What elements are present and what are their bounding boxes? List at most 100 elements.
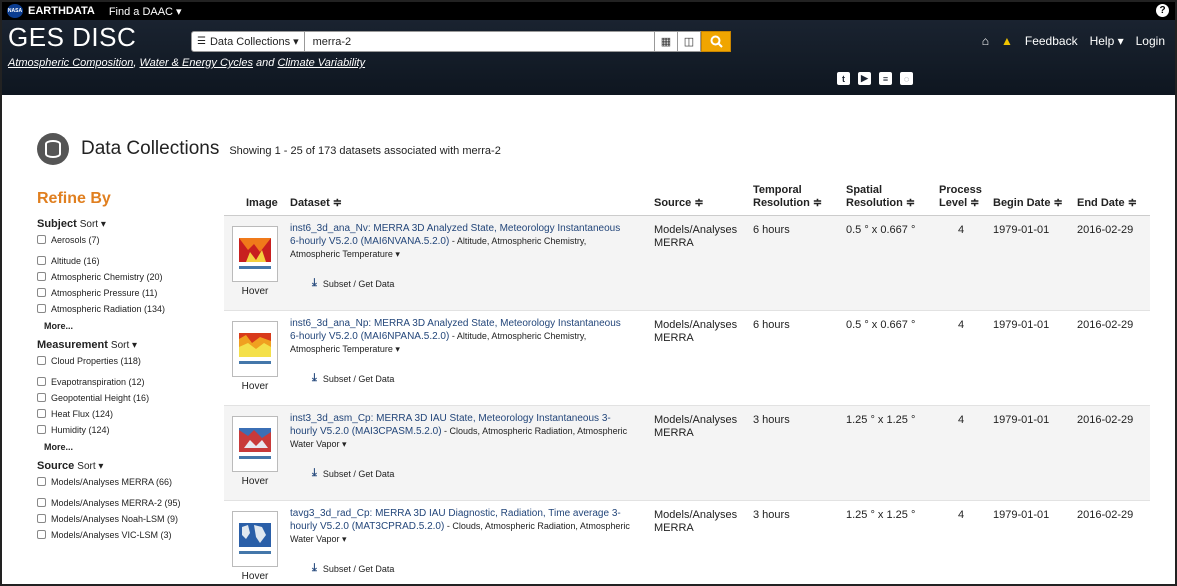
col-begin-date[interactable]: Begin Date ≑ — [993, 197, 1063, 210]
nasa-logo-icon[interactable]: NASA — [7, 4, 23, 18]
forum-icon[interactable]: ◌ — [900, 72, 913, 85]
facet-item[interactable]: Atmospheric Chemistry (20) — [37, 270, 217, 283]
database-icon — [37, 133, 69, 165]
dataset-spatial: 1.25 ° x 1.25 ° — [846, 509, 916, 521]
facet-item[interactable]: Models/Analyses VIC-LSM (3) — [37, 528, 217, 541]
map-icon[interactable]: ◫ — [678, 31, 701, 52]
facet-item[interactable]: Cloud Properties (118) — [37, 354, 217, 367]
dataset-thumbnail-image — [236, 230, 274, 274]
facet-item-label: Models/Analyses VIC-LSM (3) — [51, 529, 172, 540]
brand-title[interactable]: GES DISC — [8, 22, 136, 53]
facet-subject-more[interactable]: More... — [44, 321, 217, 331]
checkbox[interactable] — [37, 256, 46, 265]
hover-label[interactable]: Hover — [234, 286, 276, 297]
collection-type-label: Data Collections ▾ — [209, 36, 299, 48]
col-temporal[interactable]: Temporal Resolution ≑ — [753, 184, 822, 210]
col-spatial[interactable]: Spatial Resolution ≑ — [846, 184, 915, 210]
checkbox[interactable] — [37, 356, 46, 365]
subtitle-link-water[interactable]: Water & Energy Cycles — [139, 57, 253, 69]
col-source[interactable]: Source ≑ — [654, 197, 704, 210]
dataset-thumbnail[interactable] — [232, 511, 278, 567]
facet-measurement-sort[interactable]: Sort ▾ — [111, 340, 137, 351]
facet-item[interactable]: Geopotential Height (16) — [37, 391, 217, 404]
dataset-source: Models/Analyses MERRA — [654, 414, 738, 439]
dataset-thumbnail[interactable] — [232, 226, 278, 282]
subtitle-link-climate[interactable]: Climate Variability — [277, 57, 365, 69]
subset-get-data-button[interactable]: ⤓ Subset / Get Data — [312, 372, 394, 385]
checkbox[interactable] — [37, 425, 46, 434]
col-image: Image — [246, 197, 278, 209]
facet-subject-sort[interactable]: Sort ▾ — [80, 219, 106, 230]
checkbox[interactable] — [37, 393, 46, 402]
checkbox[interactable] — [37, 530, 46, 539]
help-icon[interactable]: ? — [1156, 4, 1169, 17]
facet-item[interactable]: Evapotranspiration (12) — [37, 375, 217, 388]
col-end-date[interactable]: End Date ≑ — [1077, 197, 1137, 210]
facet-item[interactable]: Models/Analyses Noah-LSM (9) — [37, 512, 217, 525]
hover-label[interactable]: Hover — [234, 476, 276, 487]
facet-item-label: Evapotranspiration (12) — [51, 376, 145, 387]
facet-item-label: Atmospheric Pressure (11) — [51, 287, 158, 298]
facet-item[interactable]: Altitude (16) — [37, 254, 217, 267]
checkbox[interactable] — [37, 288, 46, 297]
home-icon[interactable]: ⌂ — [982, 34, 989, 48]
top-bar: NASA EARTHDATA Find a DAAC ▾ ? — [2, 2, 1175, 20]
help-menu[interactable]: Help ▾ — [1090, 34, 1124, 48]
dataset-spatial: 0.5 ° x 0.667 ° — [846, 224, 916, 236]
dataset-description: inst6_3d_ana_Nv: MERRA 3D Analyzed State… — [290, 222, 630, 261]
social-links: t ▶ ≡ ◌ — [837, 72, 913, 85]
checkbox[interactable] — [37, 272, 46, 281]
checkbox[interactable] — [37, 514, 46, 523]
collection-type-dropdown[interactable]: ☰ Data Collections ▾ — [191, 31, 305, 52]
checkbox[interactable] — [37, 304, 46, 313]
news-icon[interactable]: ≡ — [879, 72, 892, 85]
login-link[interactable]: Login — [1136, 34, 1165, 48]
facet-item[interactable]: Aerosols (7) — [37, 233, 217, 246]
facet-measurement-more[interactable]: More... — [44, 442, 217, 452]
facet-item[interactable]: Models/Analyses MERRA-2 (95) — [37, 496, 217, 509]
dataset-thumbnail[interactable] — [232, 321, 278, 377]
alert-icon[interactable]: ▲ — [1001, 34, 1013, 48]
subset-get-data-button[interactable]: ⤓ Subset / Get Data — [312, 467, 394, 480]
facet-item[interactable]: Heat Flux (124) — [37, 407, 217, 420]
hover-label[interactable]: Hover — [234, 571, 276, 582]
facet-item[interactable]: Humidity (124) — [37, 423, 217, 436]
dataset-level: 4 — [958, 414, 965, 426]
dataset-thumbnail[interactable] — [232, 416, 278, 472]
refine-sidebar: Refine By Subject Sort ▾ Aerosols (7) Alt… — [37, 190, 217, 541]
search-input[interactable] — [304, 31, 655, 52]
app-window: NASA EARTHDATA Find a DAAC ▾ ? GES DISC … — [0, 0, 1177, 586]
facet-subject-heading: Subject Sort ▾ — [37, 218, 217, 230]
subset-get-data-button[interactable]: ⤓ Subset / Get Data — [312, 277, 394, 290]
checkbox[interactable] — [37, 409, 46, 418]
col-process-level[interactable]: Process Level ≑ — [939, 184, 982, 210]
subtitle-link-composition[interactable]: Atmospheric Composition — [8, 57, 133, 69]
twitter-icon[interactable]: t — [837, 72, 850, 85]
facet-item[interactable]: Atmospheric Radiation (134) — [37, 302, 217, 315]
calendar-icon[interactable]: ▦ — [655, 31, 678, 52]
checkbox[interactable] — [37, 498, 46, 507]
youtube-icon[interactable]: ▶ — [858, 72, 871, 85]
dataset-begin-date: 1979-01-01 — [993, 414, 1050, 426]
subset-get-data-button[interactable]: ⤓ Subset / Get Data — [312, 562, 394, 575]
hover-label[interactable]: Hover — [234, 381, 276, 392]
checkbox[interactable] — [37, 377, 46, 386]
search-bar: ☰ Data Collections ▾ ▦ ◫ — [191, 31, 731, 52]
dataset-description: inst6_3d_ana_Np: MERRA 3D Analyzed State… — [290, 317, 630, 356]
earthdata-link[interactable]: EARTHDATA — [28, 5, 95, 17]
checkbox[interactable] — [37, 477, 46, 486]
feedback-link[interactable]: Feedback — [1025, 34, 1078, 48]
facet-item[interactable]: Models/Analyses MERRA (66) — [37, 475, 217, 488]
dataset-spatial: 0.5 ° x 0.667 ° — [846, 319, 916, 331]
col-dataset[interactable]: Dataset ≑ — [290, 197, 342, 210]
checkbox[interactable] — [37, 235, 46, 244]
results-count: Showing 1 - 25 of 173 datasets associate… — [229, 145, 501, 157]
facet-item[interactable]: Atmospheric Pressure (11) — [37, 286, 217, 299]
dataset-description: tavg3_3d_rad_Cp: MERRA 3D IAU Diagnostic… — [290, 507, 630, 546]
find-a-daac-menu[interactable]: Find a DAAC ▾ — [109, 5, 182, 18]
dataset-source: Models/Analyses MERRA — [654, 224, 738, 249]
subset-label: Subset / Get Data — [322, 278, 395, 289]
facet-source-sort[interactable]: Sort ▾ — [77, 461, 103, 472]
facet-source-label: Source — [37, 460, 75, 472]
search-button[interactable] — [701, 31, 731, 52]
